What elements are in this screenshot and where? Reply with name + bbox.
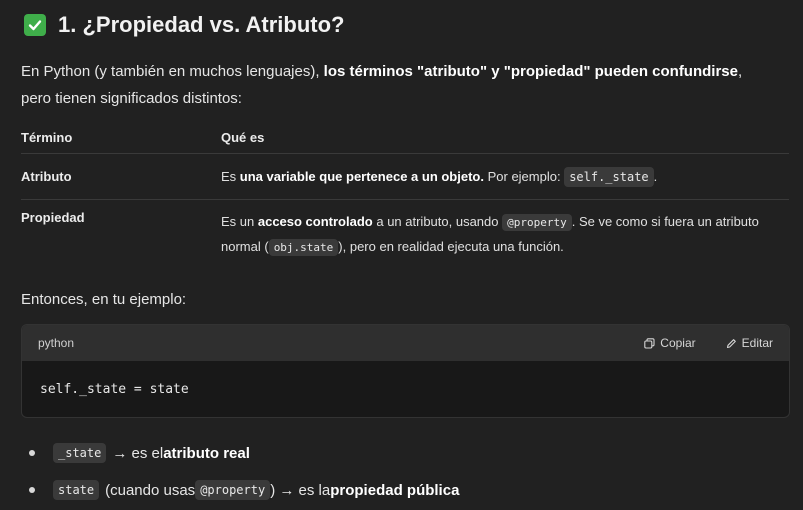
- bullet-dot: [29, 450, 35, 456]
- bullet-list: _state → es el atributo real state (cuan…: [29, 440, 459, 510]
- list-item: state (cuando usas @property) → es la pr…: [29, 477, 459, 503]
- table-row: Atributo Es una variable que pertenece a…: [21, 154, 789, 200]
- intro-text: En Python (y también en muchos lenguajes…: [21, 63, 324, 80]
- bullet-dot: [29, 487, 35, 493]
- list-item: _state → es el atributo real: [29, 440, 459, 466]
- example-intro: Entonces, en tu ejemplo:: [21, 291, 187, 308]
- inline-code: self._state: [564, 166, 654, 187]
- table-row: Propiedad Es un acceso controlado a un a…: [21, 200, 789, 266]
- intro-paragraph: En Python (y también en muchos lenguajes…: [21, 58, 791, 112]
- pencil-icon: [726, 338, 736, 348]
- heading-title: ¿Propiedad vs. Atributo?: [82, 12, 345, 37]
- term-cell: Atributo: [21, 169, 72, 184]
- header-term: Término: [21, 130, 73, 145]
- intro-punct: ,: [738, 63, 743, 80]
- intro-line2: pero tienen significados distintos:: [21, 90, 242, 107]
- intro-bold: los términos "atributo" y "propiedad" pu…: [323, 63, 738, 80]
- heading-number: 1.: [58, 12, 77, 37]
- edit-label: Editar: [741, 336, 773, 350]
- section-heading: 1. ¿Propiedad vs. Atributo?: [24, 12, 344, 38]
- edit-button[interactable]: Editar: [726, 336, 773, 350]
- table-header-row: Término Qué es: [21, 122, 789, 154]
- inline-code: _state: [53, 443, 107, 463]
- term-cell: Propiedad: [21, 210, 85, 225]
- copy-icon: [644, 337, 655, 349]
- code-block: python Copiar Editar self._state = state: [21, 324, 790, 418]
- check-mark-icon: [24, 14, 46, 36]
- code-block-header: python Copiar Editar: [22, 325, 789, 361]
- meaning-cell: Es una variable que pertenece a un objet…: [221, 165, 789, 189]
- inline-code: obj.state: [268, 239, 339, 256]
- code-language: python: [38, 336, 75, 350]
- copy-button[interactable]: Copiar: [644, 336, 696, 350]
- meaning-cell: Es un acceso controlado a un atributo, u…: [221, 214, 759, 256]
- inline-code: @property: [195, 480, 271, 500]
- code-content: self._state = state: [40, 381, 189, 397]
- copy-label: Copiar: [660, 336, 696, 350]
- comparison-table: Término Qué es Atributo Es una variable …: [21, 122, 789, 266]
- inline-code: state: [53, 480, 100, 500]
- inline-code: @property: [502, 214, 572, 231]
- chat-message: 1. ¿Propiedad vs. Atributo? En Python (y…: [0, 0, 803, 510]
- header-meaning: Qué es: [221, 129, 265, 145]
